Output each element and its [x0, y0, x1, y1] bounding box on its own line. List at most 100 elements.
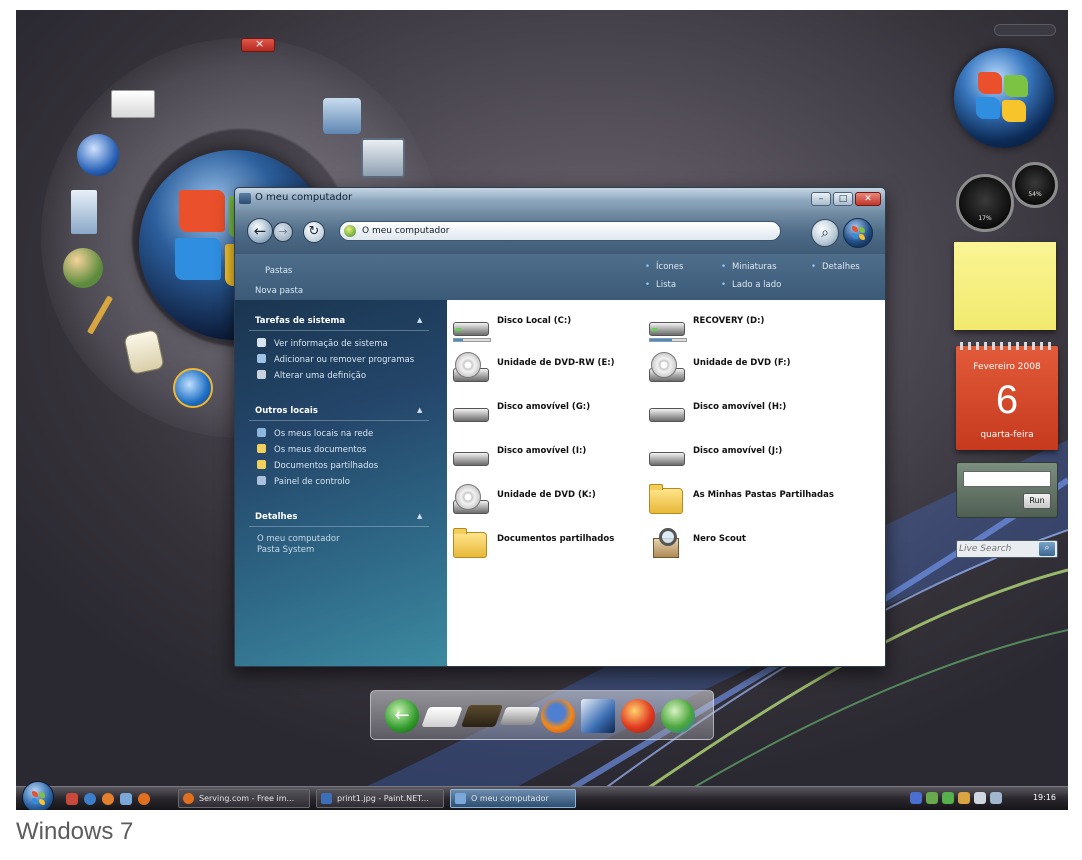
- view-thumbnails-option[interactable]: Miniaturas: [721, 262, 777, 272]
- drive-k[interactable]: Unidade de DVD (K:): [451, 482, 651, 518]
- drive-h[interactable]: Disco amovível (H:): [647, 394, 847, 430]
- view-details-option[interactable]: Detalhes: [811, 262, 860, 272]
- drive-usage-bar: [649, 338, 687, 342]
- paper-icon[interactable]: [421, 707, 463, 727]
- view-tiles-option[interactable]: Lado a lado: [721, 280, 781, 290]
- start-button[interactable]: [22, 781, 54, 810]
- collapse-arrow-icon[interactable]: ▲: [417, 406, 422, 414]
- speaker-icon[interactable]: [958, 792, 970, 804]
- cpu-meter-gadget[interactable]: 17% 54%: [956, 162, 1060, 232]
- control-panel-icon[interactable]: [323, 98, 361, 134]
- book-icon[interactable]: [460, 705, 504, 727]
- search-icon[interactable]: ⌕: [1039, 542, 1055, 556]
- hard-drive-icon: [647, 310, 685, 340]
- sticky-note-gadget[interactable]: [954, 242, 1056, 330]
- drive-i[interactable]: Disco amovível (I:): [451, 438, 651, 474]
- internet-explorer-icon[interactable]: [84, 793, 96, 805]
- tray-app-icon[interactable]: [910, 792, 922, 804]
- place-network[interactable]: Os meus locais na rede: [257, 428, 373, 439]
- minimize-button[interactable]: –: [811, 192, 831, 206]
- new-folder-button[interactable]: Nova pasta: [255, 286, 303, 296]
- opera-icon[interactable]: [102, 793, 114, 805]
- drive-c[interactable]: Disco Local (C:): [451, 308, 651, 344]
- place-documents[interactable]: Os meus documentos: [257, 444, 366, 455]
- forward-button[interactable]: →: [273, 222, 293, 242]
- network-icon: [257, 428, 266, 437]
- taskbar-item-paint[interactable]: print1.jpg - Paint.NET...: [316, 789, 444, 808]
- live-search-gadget: ⌕: [956, 540, 1058, 558]
- mail-icon[interactable]: [111, 90, 155, 118]
- back-arrow-icon[interactable]: ←: [385, 699, 419, 733]
- taskbar: Serving.com - Free im... print1.jpg - Pa…: [16, 781, 1068, 810]
- messenger-icon[interactable]: [661, 699, 695, 733]
- refresh-button[interactable]: ↻: [303, 221, 325, 243]
- nero-scout[interactable]: Nero Scout: [647, 526, 847, 562]
- collapse-arrow-icon[interactable]: ▲: [417, 316, 422, 324]
- maximize-button[interactable]: □: [833, 192, 853, 206]
- document-icon[interactable]: [71, 190, 97, 234]
- windows-logo-gadget[interactable]: [954, 48, 1054, 148]
- drive-e[interactable]: Unidade de DVD-RW (E:): [451, 350, 651, 386]
- close-button[interactable]: ✕: [855, 192, 881, 206]
- taskbar-item-browser[interactable]: Serving.com - Free im...: [178, 789, 310, 808]
- removable-drive-icon: [647, 440, 685, 470]
- drive-f[interactable]: Unidade de DVD (F:): [647, 350, 847, 386]
- computer-icon[interactable]: [361, 138, 405, 178]
- opera-icon[interactable]: [621, 699, 655, 733]
- folders-button[interactable]: Pastas: [265, 266, 292, 276]
- display-icon[interactable]: [990, 792, 1002, 804]
- place-control-panel[interactable]: Painel de controlo: [257, 476, 350, 487]
- firefox-icon[interactable]: [138, 793, 150, 805]
- battery-icon[interactable]: [974, 792, 986, 804]
- shared-documents[interactable]: Documentos partilhados: [451, 526, 651, 562]
- details-name: O meu computador: [257, 534, 340, 544]
- firefox-icon[interactable]: [541, 699, 575, 733]
- users-icon[interactable]: [63, 248, 103, 288]
- windows-logo-button[interactable]: [843, 218, 873, 248]
- clock[interactable]: 19:16: [1033, 793, 1056, 802]
- programs-icon: [257, 354, 266, 363]
- orbit-close-button[interactable]: [241, 37, 275, 52]
- live-search-input[interactable]: [959, 542, 1037, 556]
- system-tasks-title[interactable]: Tarefas de sistema: [255, 316, 345, 326]
- address-text: O meu computador: [362, 226, 450, 236]
- section-divider: [249, 330, 429, 331]
- paint-net-icon[interactable]: [581, 699, 615, 733]
- drive-g[interactable]: Disco amovível (G:): [451, 394, 651, 430]
- place-label: Documentos partilhados: [274, 461, 379, 471]
- run-input[interactable]: [963, 471, 1051, 487]
- taskbar-item-explorer[interactable]: O meu computador: [450, 789, 576, 808]
- explorer-icon[interactable]: [120, 793, 132, 805]
- memory-gauge: 54%: [1012, 162, 1058, 208]
- drive-d[interactable]: RECOVERY (D:): [647, 308, 847, 344]
- command-bar: Pastas Nova pasta Ícones Miniaturas Deta…: [235, 254, 885, 300]
- network-icon[interactable]: [926, 792, 938, 804]
- internet-explorer-icon[interactable]: [173, 368, 213, 408]
- search-button[interactable]: ⌕: [811, 219, 839, 247]
- calendar-month: Fevereiro 2008: [973, 362, 1041, 372]
- explorer-window: O meu computador – □ ✕ ← → ↻ O meu compu…: [234, 187, 886, 667]
- drive-j[interactable]: Disco amovível (J:): [647, 438, 847, 474]
- shared-folders[interactable]: As Minhas Pastas Partilhadas: [647, 482, 847, 518]
- quicklaunch-app-icon[interactable]: [66, 793, 78, 805]
- sidebar-controls[interactable]: [994, 24, 1056, 36]
- collapse-arrow-icon[interactable]: ▲: [417, 512, 422, 520]
- task-change-setting[interactable]: Alterar uma definição: [257, 370, 366, 381]
- media-player-icon[interactable]: [77, 134, 119, 176]
- title-bar[interactable]: O meu computador – □ ✕: [235, 188, 885, 210]
- other-places-title[interactable]: Outros locais: [255, 406, 318, 416]
- play-icon[interactable]: [942, 792, 954, 804]
- calendar-gadget[interactable]: Fevereiro 2008 6 quarta-feira: [956, 342, 1058, 450]
- view-icons-option[interactable]: Ícones: [645, 262, 683, 272]
- view-list-option[interactable]: Lista: [645, 280, 676, 290]
- details-title[interactable]: Detalhes: [255, 512, 297, 522]
- address-bar[interactable]: O meu computador: [339, 221, 781, 241]
- place-shared-documents[interactable]: Documentos partilhados: [257, 460, 378, 471]
- run-button[interactable]: Run: [1023, 493, 1051, 509]
- task-view-system-info[interactable]: Ver informação de sistema: [257, 338, 388, 349]
- task-label: Adicionar ou remover programas: [274, 355, 415, 365]
- drive-icon[interactable]: [499, 707, 541, 725]
- task-add-remove-programs[interactable]: Adicionar ou remover programas: [257, 354, 414, 365]
- back-button[interactable]: ←: [247, 218, 273, 244]
- cpu-gauge: 17%: [956, 174, 1014, 232]
